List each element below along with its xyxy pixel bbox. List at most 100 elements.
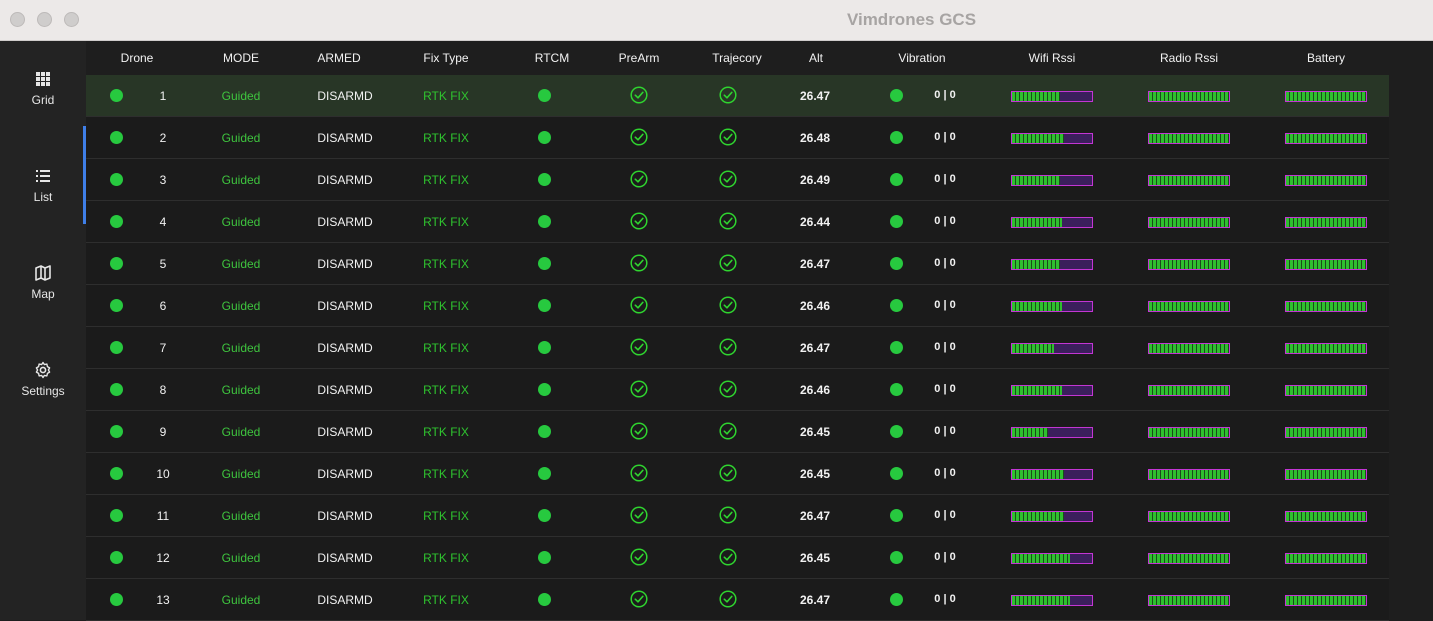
table-row[interactable]: 13 Guided DISARMD RTK FIX 26.47 0 | 0: [86, 579, 1389, 621]
trajectory-check-icon: [719, 170, 737, 188]
sidebar-item-map[interactable]: Map: [0, 263, 86, 359]
radio-rssi-fill: [1149, 218, 1229, 227]
armed-value: DISARMD: [317, 551, 373, 565]
mode-value: Guided: [221, 551, 261, 565]
table-row[interactable]: 10 Guided DISARMD RTK FIX 26.45 0 | 0: [86, 453, 1389, 495]
radio-rssi-fill: [1149, 512, 1229, 521]
vibration-value: 0 | 0: [934, 257, 956, 269]
drone-id: 12: [156, 551, 170, 565]
drone-status-dot: [110, 257, 123, 270]
battery-fill: [1286, 134, 1366, 143]
sidebar-item-settings[interactable]: Settings: [0, 360, 86, 456]
prearm-check-icon: [630, 86, 648, 104]
table-row[interactable]: 11 Guided DISARMD RTK FIX 26.47 0 | 0: [86, 495, 1389, 537]
sidebar-item-label: List: [33, 190, 53, 204]
battery-bar: [1285, 511, 1367, 522]
altitude-value: 26.45: [799, 425, 831, 439]
wifi-rssi-fill: [1012, 512, 1064, 521]
table-body: 1 Guided DISARMD RTK FIX 26.47 0 | 0 2 Guided DI…: [86, 75, 1389, 621]
battery-bar: [1285, 427, 1367, 438]
table-row[interactable]: 5 Guided DISARMD RTK FIX 26.47 0 | 0: [86, 243, 1389, 285]
prearm-check-icon: [630, 464, 648, 482]
wifi-rssi-fill: [1012, 260, 1060, 269]
drone-status-dot: [110, 593, 123, 606]
table-row[interactable]: 6 Guided DISARMD RTK FIX 26.46 0 | 0: [86, 285, 1389, 327]
table-row[interactable]: 9 Guided DISARMD RTK FIX 26.45 0 | 0: [86, 411, 1389, 453]
battery-bar: [1285, 91, 1367, 102]
prearm-check-icon: [630, 296, 648, 314]
radio-rssi-fill: [1149, 260, 1229, 269]
sidebar-item-grid[interactable]: Grid: [0, 69, 86, 165]
sidebar-item-list[interactable]: List: [0, 126, 86, 262]
radio-rssi-bar: [1148, 553, 1230, 564]
altitude-value: 26.46: [799, 383, 831, 397]
radio-rssi-bar: [1148, 217, 1230, 228]
drone-status-dot: [110, 551, 123, 564]
column-header: Fix Type: [423, 51, 469, 65]
altitude-value: 26.45: [799, 551, 831, 565]
prearm-check-icon: [630, 422, 648, 440]
radio-rssi-fill: [1149, 596, 1229, 605]
battery-bar: [1285, 385, 1367, 396]
prearm-check-icon: [630, 212, 648, 230]
wifi-rssi-bar: [1011, 511, 1093, 522]
column-header: ARMED: [317, 51, 361, 65]
radio-rssi-bar: [1148, 175, 1230, 186]
wifi-rssi-bar: [1011, 259, 1093, 270]
fix-type-value: RTK FIX: [423, 425, 469, 439]
table-row[interactable]: 8 Guided DISARMD RTK FIX 26.46 0 | 0: [86, 369, 1389, 411]
wifi-rssi-fill: [1012, 386, 1062, 395]
column-header: MODE: [223, 51, 259, 65]
table-row[interactable]: 3 Guided DISARMD RTK FIX 26.49 0 | 0: [86, 159, 1389, 201]
column-header: Drone: [120, 51, 154, 65]
radio-rssi-bar: [1148, 343, 1230, 354]
fix-type-value: RTK FIX: [423, 509, 469, 523]
vibration-value: 0 | 0: [934, 509, 956, 521]
table-row[interactable]: 1 Guided DISARMD RTK FIX 26.47 0 | 0: [86, 75, 1389, 117]
column-header: Battery: [1306, 51, 1346, 65]
radio-rssi-bar: [1148, 301, 1230, 312]
table-row[interactable]: 7 Guided DISARMD RTK FIX 26.47 0 | 0: [86, 327, 1389, 369]
vibration-status-dot: [890, 425, 903, 438]
mode-value: Guided: [221, 173, 261, 187]
battery-bar: [1285, 469, 1367, 480]
wifi-rssi-bar: [1011, 91, 1093, 102]
wifi-rssi-fill: [1012, 176, 1060, 185]
vibration-status-dot: [890, 299, 903, 312]
radio-rssi-fill: [1149, 386, 1229, 395]
vibration-value: 0 | 0: [934, 89, 956, 101]
vibration-status-dot: [890, 551, 903, 564]
table-header: Drone MODE ARMED Fix Type RTCM PreArm Trajecor…: [86, 41, 1389, 75]
table-row[interactable]: 2 Guided DISARMD RTK FIX 26.48 0 | 0: [86, 117, 1389, 159]
battery-fill: [1286, 428, 1366, 437]
radio-rssi-bar: [1148, 259, 1230, 270]
altitude-value: 26.45: [799, 467, 831, 481]
vibration-value: 0 | 0: [934, 341, 956, 353]
vibration-value: 0 | 0: [934, 551, 956, 563]
vibration-value: 0 | 0: [934, 425, 956, 437]
list-icon: [36, 170, 50, 182]
wifi-rssi-bar: [1011, 175, 1093, 186]
fix-type-value: RTK FIX: [423, 173, 469, 187]
armed-value: DISARMD: [317, 341, 373, 355]
table-row[interactable]: 4 Guided DISARMD RTK FIX 26.44 0 | 0: [86, 201, 1389, 243]
prearm-check-icon: [630, 380, 648, 398]
sidebar-item-label: Settings: [21, 384, 65, 398]
fix-type-value: RTK FIX: [423, 215, 469, 229]
rtcm-status-dot: [538, 509, 551, 522]
drone-id: 8: [159, 383, 167, 397]
battery-fill: [1286, 92, 1366, 101]
drone-status-dot: [110, 215, 123, 228]
radio-rssi-bar: [1148, 427, 1230, 438]
rtcm-status-dot: [538, 131, 551, 144]
battery-bar: [1285, 553, 1367, 564]
drone-id: 4: [159, 215, 167, 229]
grid-icon: [36, 72, 50, 86]
altitude-value: 26.44: [799, 215, 831, 229]
radio-rssi-bar: [1148, 595, 1230, 606]
rtcm-status-dot: [538, 467, 551, 480]
fix-type-value: RTK FIX: [423, 467, 469, 481]
table-row[interactable]: 12 Guided DISARMD RTK FIX 26.45 0 | 0: [86, 537, 1389, 579]
vibration-status-dot: [890, 173, 903, 186]
trajectory-check-icon: [719, 506, 737, 524]
